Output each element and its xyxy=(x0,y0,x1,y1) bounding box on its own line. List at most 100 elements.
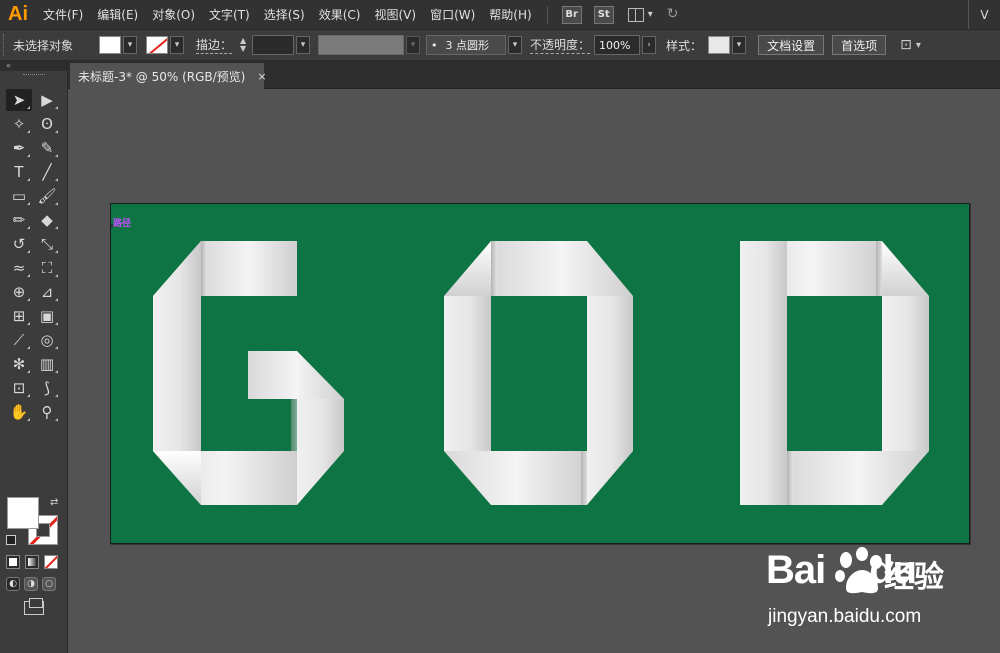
eraser-tool-icon[interactable]: ◆ xyxy=(34,209,60,231)
artboard-tool-icon[interactable]: ⊡ xyxy=(6,377,32,399)
menu-view[interactable]: 视图(V) xyxy=(367,6,423,23)
lasso-tool-icon[interactable]: ʘ xyxy=(34,113,60,135)
menu-select[interactable]: 选择(S) xyxy=(257,6,312,23)
gradient-tool-icon[interactable]: ▣ xyxy=(34,305,60,327)
arrange-documents-icon[interactable]: ⊡ xyxy=(900,37,912,53)
fill-dropdown-icon[interactable]: ▾ xyxy=(123,36,138,54)
brush-dot-icon: • xyxy=(431,38,438,52)
selection-status: 未选择对象 xyxy=(13,38,74,53)
chevron-down-icon[interactable]: ▾ xyxy=(916,40,921,51)
menu-effect[interactable]: 效果(C) xyxy=(312,6,368,23)
default-fill-stroke-icon[interactable] xyxy=(6,535,16,545)
column-graph-tool-icon[interactable]: ▥ xyxy=(34,353,60,375)
profile-dropdown-icon[interactable]: ▾ xyxy=(406,36,421,54)
document-tab-bar: 未标题-3* @ 50% (RGB/预览) × xyxy=(68,61,1000,89)
menu-type[interactable]: 文字(T) xyxy=(202,6,257,23)
chevron-down-icon[interactable]: ▾ xyxy=(648,9,653,20)
zoom-tool-icon[interactable]: ⚲ xyxy=(34,401,60,423)
pencil-tool-icon[interactable]: ✏ xyxy=(6,209,32,231)
draw-behind-icon[interactable]: ◑ xyxy=(24,577,38,591)
opacity-dropdown-icon[interactable]: › xyxy=(642,36,657,54)
panel-collapse-button[interactable]: « xyxy=(0,61,67,71)
menu-edit[interactable]: 编辑(E) xyxy=(90,6,145,23)
free-transform-tool-icon[interactable]: ⛶ xyxy=(34,257,60,279)
app-logo: Ai xyxy=(8,3,28,25)
stroke-label[interactable]: 描边： xyxy=(196,36,233,54)
workspace-layout-icon[interactable] xyxy=(627,7,644,22)
baidu-jingyan-watermark: Bai du 经验 jingyan.baidu.com xyxy=(766,547,996,638)
stroke-stepper-icon[interactable]: ▲ ▼ xyxy=(236,35,250,55)
brush-dropdown-icon[interactable]: ▾ xyxy=(508,36,523,54)
smart-guide-label: 路径 xyxy=(113,219,132,229)
blend-tool-icon[interactable]: ◎ xyxy=(34,329,60,351)
width-tool-icon[interactable]: ≈ xyxy=(6,257,32,279)
draw-normal-icon[interactable]: ◐ xyxy=(6,577,20,591)
color-mode-icon[interactable] xyxy=(6,555,20,569)
perspective-grid-tool-icon[interactable]: ⊿ xyxy=(34,281,60,303)
divider xyxy=(546,5,548,24)
stroke-swatch[interactable] xyxy=(146,36,169,54)
menu-object[interactable]: 对象(O) xyxy=(145,6,202,23)
workspace-switcher[interactable]: V xyxy=(968,0,1000,29)
magic-wand-tool-icon[interactable]: ✧ xyxy=(6,113,32,135)
scale-tool-icon[interactable]: ⤡ xyxy=(34,233,60,255)
paintbrush-tool-icon[interactable]: 🖌 xyxy=(34,185,60,207)
letter-d xyxy=(740,241,929,505)
stock-button[interactable]: St xyxy=(593,5,614,24)
document-tab-title: 未标题-3* @ 50% (RGB/预览) xyxy=(78,69,246,84)
brush-definition-value: 3 点圆形 xyxy=(445,39,490,52)
close-icon[interactable]: × xyxy=(257,70,266,83)
jingyan-text: 经验 xyxy=(884,560,944,595)
watermark-url: jingyan.baidu.com xyxy=(768,606,922,627)
slice-tool-icon[interactable]: ⟆ xyxy=(34,377,60,399)
panel-grip[interactable] xyxy=(0,71,67,79)
panel-grip[interactable] xyxy=(3,34,7,56)
sync-icon[interactable]: ↻ xyxy=(667,6,685,24)
graphic-style-swatch[interactable] xyxy=(708,36,731,54)
direct-selection-tool-icon[interactable]: ▶ xyxy=(34,89,60,111)
mesh-tool-icon[interactable]: ⊞ xyxy=(6,305,32,327)
document-tab[interactable]: 未标题-3* @ 50% (RGB/预览) × xyxy=(70,63,267,89)
line-tool-icon[interactable]: ╱ xyxy=(34,161,60,183)
eyedropper-tool-icon[interactable]: ⟋ xyxy=(6,329,32,351)
opacity-input[interactable]: 100% xyxy=(594,35,641,55)
none-mode-icon[interactable] xyxy=(44,555,58,569)
pen-tool-icon[interactable]: ✒ xyxy=(6,137,32,159)
menu-help[interactable]: 帮助(H) xyxy=(482,6,538,23)
paw-icon xyxy=(835,547,882,594)
menu-file[interactable]: 文件(F) xyxy=(36,6,90,23)
stroke-weight-input[interactable] xyxy=(252,35,295,55)
fill-swatch[interactable] xyxy=(99,36,122,54)
selection-tool-icon[interactable]: ➤ xyxy=(6,89,32,111)
fill-color-box[interactable] xyxy=(7,497,39,529)
menu-bar: Ai 文件(F) 编辑(E) 对象(O) 文字(T) 选择(S) 效果(C) 视… xyxy=(0,0,1000,29)
variable-width-profile[interactable] xyxy=(318,35,405,55)
opacity-label[interactable]: 不透明度： xyxy=(530,36,591,54)
draw-inside-icon[interactable]: ○ xyxy=(42,577,56,591)
rotate-tool-icon[interactable]: ↺ xyxy=(6,233,32,255)
god-paper-fold-artwork[interactable] xyxy=(111,204,970,544)
letter-o xyxy=(444,241,633,505)
swap-fill-stroke-icon[interactable]: ⇄ xyxy=(50,497,58,508)
brush-definition[interactable]: • 3 点圆形 xyxy=(426,35,507,55)
symbol-sprayer-tool-icon[interactable]: ✻ xyxy=(6,353,32,375)
screen-mode-icon[interactable] xyxy=(24,598,44,615)
artboard[interactable]: ⌖ 路径 xyxy=(110,203,970,544)
bridge-button[interactable]: Br xyxy=(561,5,582,24)
rectangle-tool-icon[interactable]: ▭ xyxy=(6,185,32,207)
style-dropdown-icon[interactable]: ▾ xyxy=(732,36,747,54)
document-setup-button[interactable]: 文档设置 xyxy=(758,35,825,55)
type-tool-icon[interactable]: T xyxy=(6,161,32,183)
gradient-mode-icon[interactable] xyxy=(25,555,39,569)
stroke-dropdown-icon[interactable]: ▾ xyxy=(170,36,185,54)
shape-builder-tool-icon[interactable]: ⊕ xyxy=(6,281,32,303)
tools-panel: « ➤ ▶ ✧ ʘ ✒ ✎ T ╱ ▭ 🖌 ✏ ◆ ↺ ⤡ ≈ ⛶ ⊕ ⊿ ⊞ … xyxy=(0,61,68,653)
style-label: 样式： xyxy=(666,38,703,53)
curvature-tool-icon[interactable]: ✎ xyxy=(34,137,60,159)
letter-g xyxy=(153,241,344,505)
menu-window[interactable]: 窗口(W) xyxy=(423,6,482,23)
preferences-button[interactable]: 首选项 xyxy=(832,35,887,55)
hand-tool-icon[interactable]: ✋ xyxy=(6,401,32,423)
stroke-weight-dropdown-icon[interactable]: ▾ xyxy=(296,36,311,54)
fill-stroke-controls: ⇄ xyxy=(6,497,62,553)
